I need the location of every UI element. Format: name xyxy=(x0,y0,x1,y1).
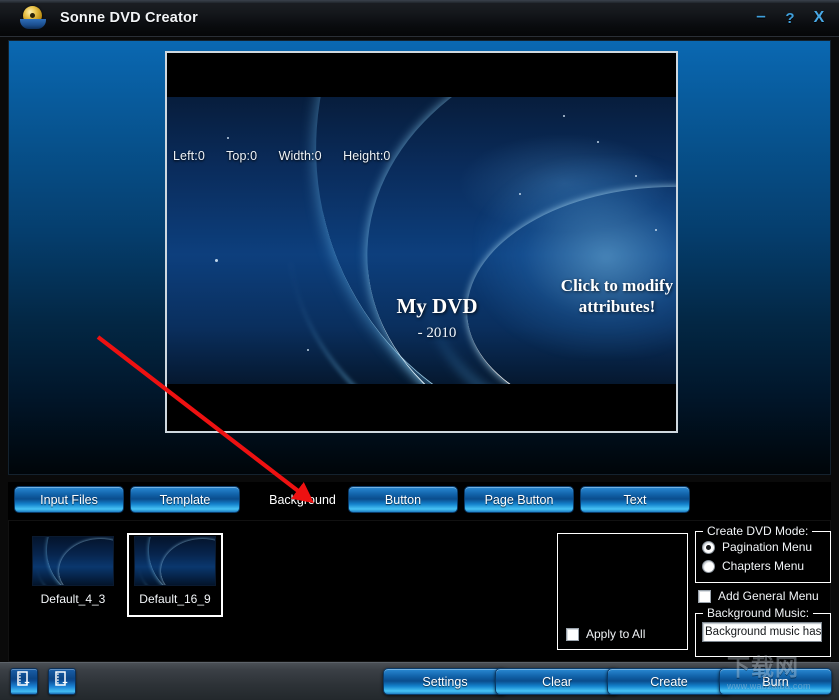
modify-attributes-hint[interactable]: Click to modify attributes! xyxy=(557,275,676,317)
tab-template[interactable]: Template xyxy=(130,486,240,513)
template-thumb-default-16-9[interactable]: Default_16_9 xyxy=(127,533,223,617)
apply-to-all-label: Apply to All xyxy=(586,627,645,641)
title-bar: Sonne DVD Creator – ? X xyxy=(0,0,839,37)
remove-video-button[interactable] xyxy=(48,668,76,695)
radio-chapters-menu[interactable]: Chapters Menu xyxy=(702,559,824,573)
minimize-button[interactable]: – xyxy=(753,7,769,24)
background-music-group: Background Music: Background music has n… xyxy=(695,613,831,657)
right-options-column: Create DVD Mode: Pagination Menu Chapter… xyxy=(695,525,831,659)
burn-button[interactable]: Burn xyxy=(719,668,832,695)
add-general-menu-label: Add General Menu xyxy=(718,589,819,603)
radio-pagination-menu[interactable]: Pagination Menu xyxy=(702,540,824,554)
clear-button[interactable]: Clear xyxy=(495,668,619,695)
tab-background[interactable]: Background xyxy=(246,486,359,513)
template-preview-image xyxy=(134,536,216,586)
apply-to-all-checkbox[interactable] xyxy=(566,628,579,641)
add-general-menu-checkbox[interactable] xyxy=(698,590,711,603)
template-label: Default_16_9 xyxy=(139,592,210,606)
help-button[interactable]: ? xyxy=(782,11,798,26)
create-button[interactable]: Create xyxy=(607,668,731,695)
pagination-menu-radio[interactable] xyxy=(702,541,715,554)
app-title: Sonne DVD Creator xyxy=(60,10,198,26)
selection-coordinates: Left:0 Top:0 Width:0 Height:0 xyxy=(173,149,390,163)
menu-preview-frame[interactable]: Left:0 Top:0 Width:0 Height:0 My DVD - 2… xyxy=(165,51,678,433)
apply-to-all-row[interactable]: Apply to All xyxy=(566,627,645,641)
film-remove-icon xyxy=(53,670,71,693)
tab-bar: Input Files Template Background Button P… xyxy=(8,482,831,522)
window-controls: – ? X xyxy=(753,10,827,27)
main-panel: Left:0 Top:0 Width:0 Height:0 My DVD - 2… xyxy=(8,40,831,475)
tab-button[interactable]: Button xyxy=(348,486,458,513)
film-add-icon xyxy=(15,670,33,693)
chapters-menu-label: Chapters Menu xyxy=(722,559,804,573)
settings-button[interactable]: Settings xyxy=(383,668,507,695)
tab-text[interactable]: Text xyxy=(580,486,690,513)
add-video-button[interactable] xyxy=(10,668,38,695)
background-tab-content: Default_4_3 Default_16_9 Apply to All Cr… xyxy=(8,520,831,662)
menu-background-image: Left:0 Top:0 Width:0 Height:0 My DVD - 2… xyxy=(167,97,676,384)
template-label: Default_4_3 xyxy=(41,592,106,606)
close-button[interactable]: X xyxy=(811,10,827,26)
dvd-disc-icon xyxy=(20,6,46,30)
add-general-menu-row[interactable]: Add General Menu xyxy=(698,589,819,603)
apply-to-all-panel: Apply to All xyxy=(557,533,688,650)
app-window: Sonne DVD Creator – ? X xyxy=(0,0,839,700)
tab-page-button[interactable]: Page Button xyxy=(464,486,574,513)
chapters-menu-radio[interactable] xyxy=(702,560,715,573)
dvd-title-text[interactable]: My DVD xyxy=(367,294,507,319)
pagination-menu-label: Pagination Menu xyxy=(722,540,812,554)
template-thumbnail-list: Default_4_3 Default_16_9 xyxy=(9,521,539,661)
create-dvd-mode-title: Create DVD Mode: xyxy=(703,524,812,538)
background-music-title: Background Music: xyxy=(703,606,813,620)
template-preview-image xyxy=(32,536,114,586)
bottom-action-bar: Settings Clear Create Burn xyxy=(0,662,839,700)
dvd-year-text[interactable]: - 2010 xyxy=(367,325,507,342)
background-music-input[interactable]: Background music has not been set xyxy=(702,622,822,642)
create-dvd-mode-group: Create DVD Mode: Pagination Menu Chapter… xyxy=(695,531,831,583)
template-thumb-default-4-3[interactable]: Default_4_3 xyxy=(25,533,121,617)
tab-input-files[interactable]: Input Files xyxy=(14,486,124,513)
